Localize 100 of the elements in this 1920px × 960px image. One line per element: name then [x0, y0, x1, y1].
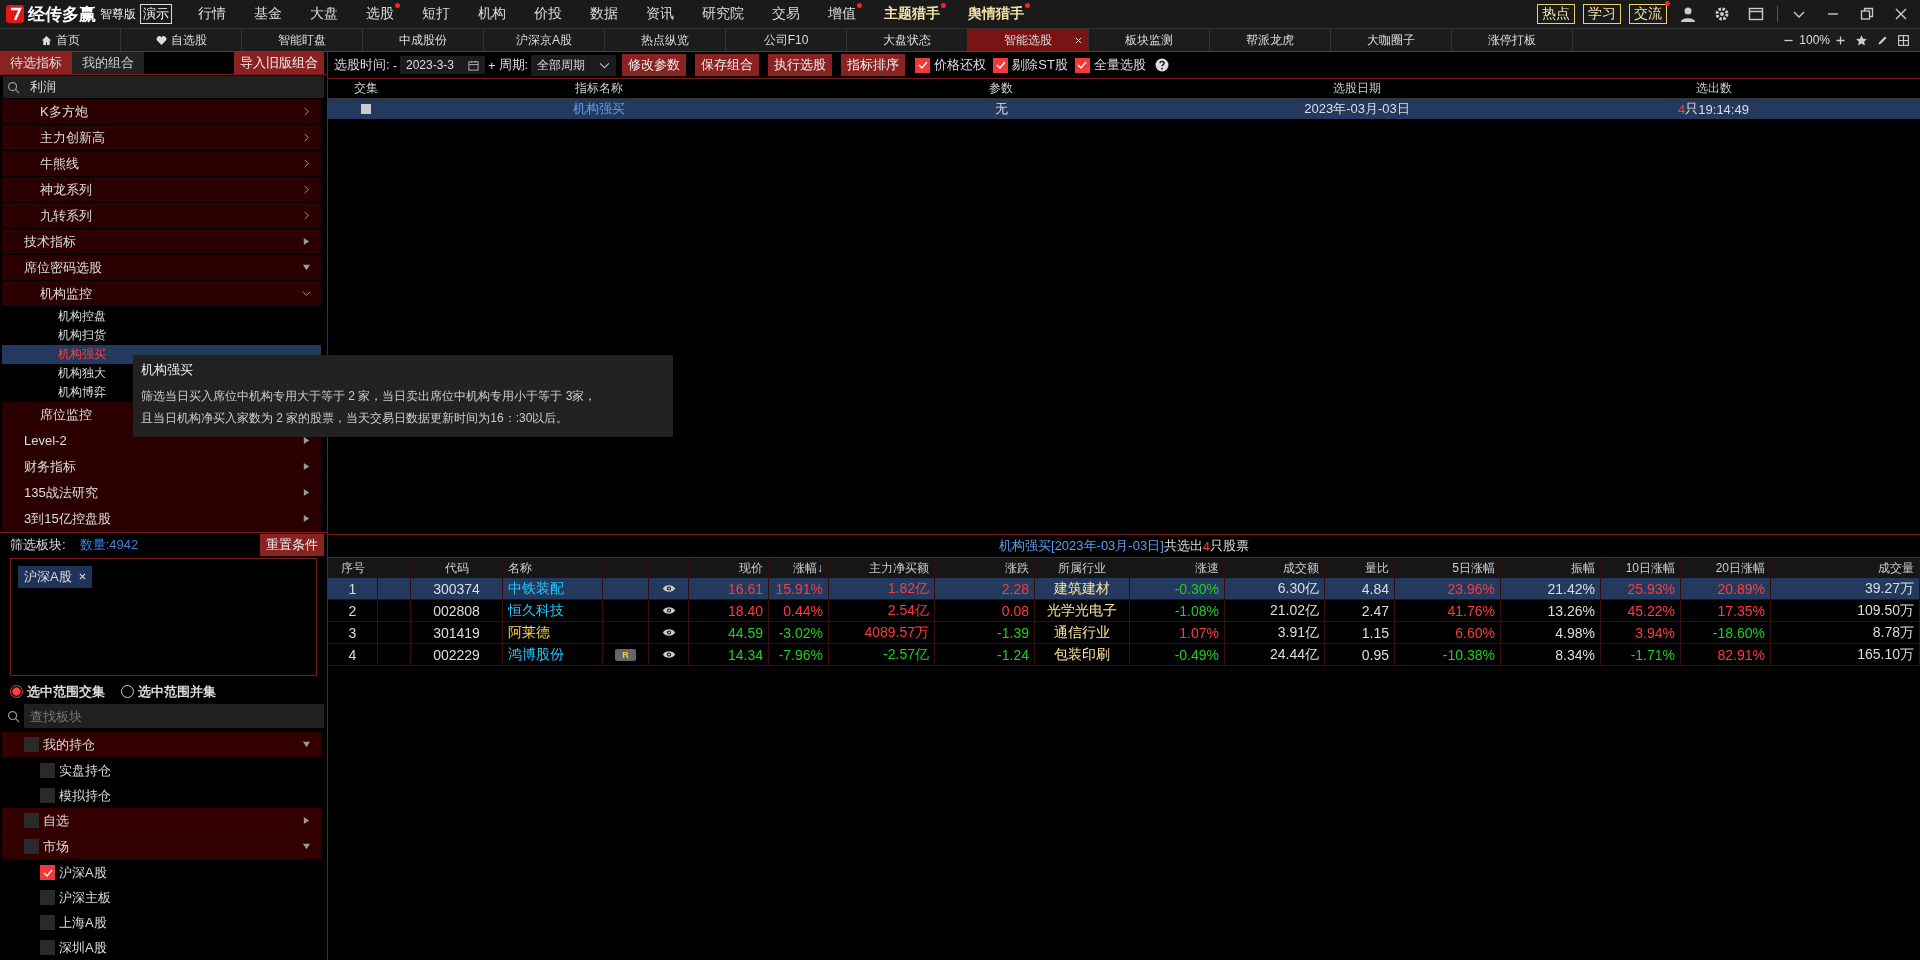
- decrease-button[interactable]: -: [392, 57, 397, 73]
- checkbox[interactable]: [40, 890, 55, 905]
- sector-group[interactable]: 我的持仓: [2, 732, 321, 757]
- date-field[interactable]: 2023-3-3: [399, 56, 485, 74]
- restore-icon[interactable]: [1859, 6, 1875, 22]
- search-field[interactable]: 查找板块: [24, 704, 324, 728]
- toolbar-button[interactable]: 指标排序: [841, 54, 906, 76]
- column-header[interactable]: 成交额: [1283, 559, 1319, 577]
- stock-name[interactable]: 阿莱德: [508, 623, 550, 642]
- tree-item[interactable]: 135战法研究: [2, 480, 321, 506]
- checkbox[interactable]: [993, 57, 1009, 73]
- panel-tab[interactable]: 待选指标: [0, 52, 72, 75]
- radio-option[interactable]: 选中范围并集: [121, 682, 216, 701]
- page-tab[interactable]: 沪深京A股: [484, 29, 605, 51]
- close-icon[interactable]: [1075, 36, 1082, 44]
- page-tab[interactable]: 涨停打板: [1452, 29, 1573, 51]
- import-button[interactable]: 导入旧版组合: [234, 52, 324, 75]
- tree-item[interactable]: 牛熊线: [2, 151, 321, 177]
- settings-icon[interactable]: [1714, 6, 1730, 22]
- column-header[interactable]: 代码: [444, 559, 469, 577]
- close-icon[interactable]: [1893, 6, 1909, 22]
- stock-row[interactable]: 3 301419 阿莱德 44.59 -3.02% 4089.57万 -1.39 通信行业 1.07% 3.91亿 1.15 6.60% 4.98% 3.94% -18.60% 8.78万: [328, 622, 1920, 644]
- eye-icon[interactable]: [661, 650, 676, 659]
- column-header[interactable]: 涨幅↓: [793, 559, 823, 577]
- sector-group[interactable]: 市场: [2, 834, 321, 859]
- checkbox[interactable]: [1074, 57, 1090, 73]
- checkbox[interactable]: [915, 57, 931, 73]
- column-header[interactable]: 名称: [508, 559, 532, 577]
- page-tab[interactable]: 大咖圈子: [1331, 29, 1452, 51]
- menu-item[interactable]: 行情: [184, 5, 240, 23]
- checkbox[interactable]: [40, 940, 55, 955]
- page-tab[interactable]: 中成股份: [363, 29, 484, 51]
- tree-item[interactable]: 席位密码选股: [2, 255, 321, 281]
- page-tab[interactable]: 热点纵览: [605, 29, 726, 51]
- tree-item[interactable]: 机构监控: [2, 281, 321, 307]
- column-header[interactable]: 所属行业: [1058, 559, 1106, 577]
- column-header[interactable]: 涨速: [1195, 559, 1219, 577]
- help-icon[interactable]: [1154, 58, 1169, 72]
- search-field[interactable]: 利润: [3, 76, 324, 98]
- stock-name[interactable]: 恒久科技: [508, 601, 564, 620]
- stock-row[interactable]: 1 300374 中铁装配 16.61 15.91% 1.82亿 2.28 建筑建材 -0.30% 6.30亿 4.84 23.96% 21.42% 25.93% 20.89% 39.27万: [328, 578, 1920, 600]
- tree-item[interactable]: 技术指标: [2, 229, 321, 255]
- column-header[interactable]: 10日涨幅: [1625, 559, 1675, 577]
- menu-item[interactable]: 主题猎手: [870, 5, 954, 23]
- tree-item[interactable]: 神龙系列: [2, 177, 321, 203]
- column-header[interactable]: 涨跌: [1005, 559, 1029, 577]
- column-header[interactable]: 序号: [340, 559, 365, 577]
- indicator-link[interactable]: 机构强买: [573, 100, 625, 118]
- column-header[interactable]: 5日涨幅: [1452, 559, 1495, 577]
- reset-button[interactable]: 重置条件: [260, 533, 324, 556]
- sector-tag[interactable]: 沪深A股: [18, 565, 92, 588]
- page-tab[interactable]: 智能盯盘: [242, 29, 363, 51]
- checkbox[interactable]: [360, 104, 371, 114]
- window-icon[interactable]: [1748, 6, 1764, 22]
- stock-name[interactable]: 鸿博股份: [508, 645, 564, 664]
- menu-item[interactable]: 基金: [240, 5, 296, 23]
- checkbox[interactable]: [40, 915, 55, 930]
- menu-item[interactable]: 大盘: [296, 5, 352, 23]
- stock-row[interactable]: 2 002808 恒久科技 18.40 0.44% 2.54亿 0.08 光学光电子 -1.08% 21.02亿 2.47 41.76% 13.26% 45.22% 17.35% 109.50万: [328, 600, 1920, 622]
- column-header[interactable]: 量比: [1365, 559, 1389, 577]
- menu-item[interactable]: 舆情猎手: [954, 5, 1038, 23]
- zoom-in-icon[interactable]: [1834, 33, 1847, 47]
- page-tab[interactable]: 首页: [0, 29, 121, 51]
- menu-item[interactable]: 短打: [408, 5, 464, 23]
- checkbox[interactable]: [40, 865, 55, 880]
- tree-item[interactable]: 财务指标: [2, 454, 321, 480]
- page-tab[interactable]: 自选股: [121, 29, 242, 51]
- demo-badge[interactable]: 演示: [140, 4, 172, 24]
- menu-item[interactable]: 增值: [814, 5, 870, 23]
- column-header[interactable]: 主力净买额: [869, 559, 929, 577]
- checkbox[interactable]: [40, 788, 55, 803]
- quick-button[interactable]: 热点: [1537, 4, 1575, 24]
- panel-tab[interactable]: 我的组合: [72, 52, 144, 75]
- menu-item[interactable]: 交易: [758, 5, 814, 23]
- tree-item[interactable]: 3到15亿控盘股: [2, 506, 321, 532]
- column-header[interactable]: 现价: [739, 559, 763, 577]
- user-icon[interactable]: [1680, 6, 1696, 22]
- menu-item[interactable]: 机构: [464, 5, 520, 23]
- column-header[interactable]: 成交量: [1878, 559, 1914, 577]
- sector-group[interactable]: 自选: [2, 808, 321, 833]
- checkbox[interactable]: [40, 763, 55, 778]
- checkbox[interactable]: [24, 813, 39, 828]
- radio-button[interactable]: [10, 685, 23, 699]
- radio-option[interactable]: 选中范围交集: [10, 682, 105, 701]
- grid-icon[interactable]: [1897, 33, 1910, 47]
- menu-item[interactable]: 价投: [520, 5, 576, 23]
- toolbar-button[interactable]: 执行选股: [768, 54, 833, 76]
- quick-button[interactable]: 学习: [1583, 4, 1621, 24]
- condition-row[interactable]: 机构强买 无 2023年-03月-03日 4只19:14:49: [328, 99, 1920, 119]
- tree-leaf[interactable]: 机构扫货: [2, 326, 321, 345]
- eye-icon[interactable]: [661, 606, 676, 615]
- checkbox[interactable]: [24, 737, 39, 752]
- page-tab[interactable]: 帮派龙虎: [1210, 29, 1331, 51]
- menu-item[interactable]: 数据: [576, 5, 632, 23]
- checkbox[interactable]: [24, 839, 39, 854]
- eye-icon[interactable]: [661, 584, 676, 593]
- tree-item[interactable]: 九转系列: [2, 203, 321, 229]
- increase-button[interactable]: +: [488, 57, 496, 73]
- tree-leaf[interactable]: 机构控盘: [2, 307, 321, 326]
- period-dropdown[interactable]: 全部周期: [531, 54, 617, 76]
